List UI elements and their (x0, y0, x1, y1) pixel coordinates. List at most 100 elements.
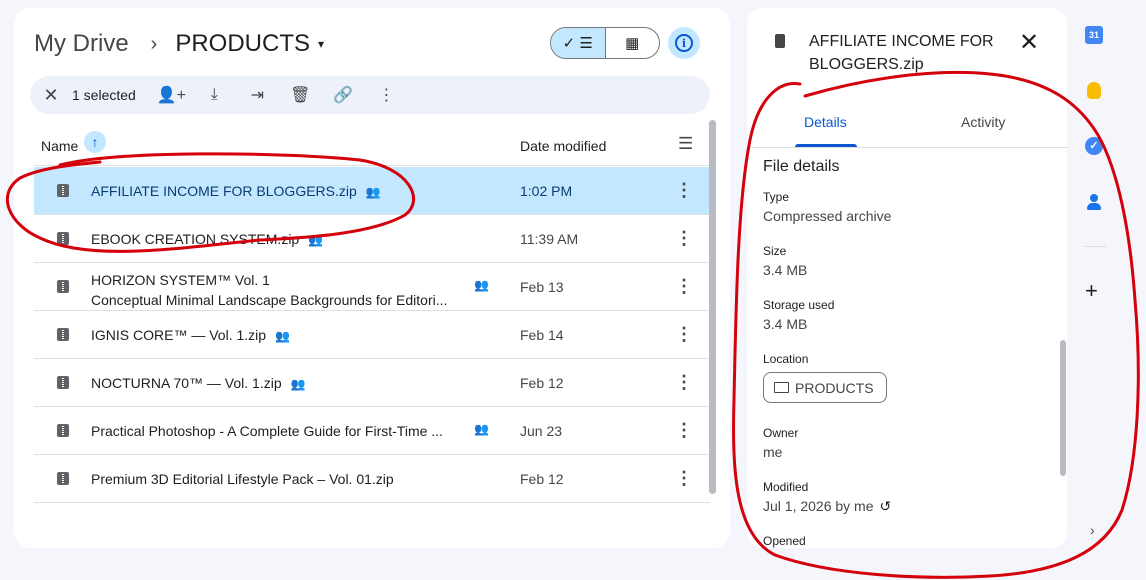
details-tabs: Details Activity (747, 106, 1067, 148)
shared-icon: 👥 (275, 329, 290, 343)
modified-property: Modified Jul 1, 2026 by me ↺ (763, 480, 891, 515)
table-row[interactable]: Practical Photoshop - A Complete Guide f… (34, 407, 710, 455)
breadcrumb-current-folder[interactable]: PRODUCTS (175, 30, 310, 58)
file-name: Premium 3D Editorial Lifestyle Pack – Vo… (91, 471, 394, 487)
storage-property: Storage used 3.4 MB (763, 298, 834, 332)
more-icon[interactable]: ⋮ (365, 76, 408, 114)
table-row[interactable]: NOCTURNA 70™ — Vol. 1.zip 👥 Feb 12 ⋮ (34, 359, 710, 407)
date-modified: Jun 23 (520, 423, 563, 439)
rail-divider (1084, 246, 1106, 247)
more-actions-icon[interactable]: ⋮ (674, 180, 694, 200)
size-label: Size (763, 244, 787, 258)
download-icon[interactable]: ⤓ (193, 76, 236, 114)
grid-view-button[interactable]: ▦ (606, 28, 660, 58)
zip-file-icon (57, 280, 69, 293)
date-modified: Feb 14 (520, 327, 564, 343)
active-tab-indicator (795, 144, 857, 147)
type-label: Type (763, 190, 790, 204)
share-icon[interactable]: 👤+ (150, 76, 193, 114)
opened-label: Opened (763, 534, 806, 548)
keep-icon[interactable] (1087, 82, 1101, 99)
location-chip[interactable]: PRODUCTS (763, 372, 887, 403)
file-name: Practical Photoshop - A Complete Guide f… (91, 423, 443, 439)
sort-options-icon[interactable]: ☰ (678, 134, 693, 154)
contacts-icon[interactable] (1085, 193, 1103, 211)
clear-selection-icon[interactable]: ✕ (32, 85, 70, 106)
date-modified: Feb 13 (520, 279, 564, 295)
tasks-icon[interactable]: ✓ (1085, 137, 1103, 155)
tab-activity[interactable]: Activity (961, 114, 1005, 130)
selection-count: 1 selected (72, 87, 136, 103)
details-panel: AFFILIATE INCOME FOR BLOGGERS.zip ✕ Deta… (747, 8, 1067, 548)
type-value: Compressed archive (763, 208, 892, 224)
zip-file-icon (57, 472, 69, 485)
shared-icon: 👥 (290, 377, 306, 391)
table-header: Name ↑ Date modified ☰ (34, 126, 710, 166)
file-name: IGNIS CORE™ — Vol. 1.zip 👥 (91, 327, 290, 343)
zip-file-icon (775, 34, 785, 48)
move-icon[interactable]: ⇥ (236, 76, 279, 114)
more-actions-icon[interactable]: ⋮ (674, 372, 694, 392)
selection-toolbar: ✕ 1 selected 👤+ ⤓ ⇥ 🗑 🔗 ⋮ (30, 76, 710, 114)
zip-file-icon (57, 424, 69, 437)
column-date-modified[interactable]: Date modified (520, 138, 606, 154)
owner-label: Owner (763, 426, 799, 440)
view-toggle: ✓ ☰ ▦ (550, 27, 660, 59)
size-property: Size 3.4 MB (763, 244, 807, 278)
file-details-heading: File details (763, 158, 840, 175)
date-modified: 11:39 AM (520, 231, 579, 247)
storage-value: 3.4 MB (763, 316, 808, 332)
zip-file-icon (57, 184, 69, 197)
breadcrumb: My Drive › PRODUCTS ▾ (34, 26, 324, 62)
date-modified: Feb 12 (520, 375, 564, 391)
folder-icon (774, 382, 789, 393)
calendar-icon[interactable]: 31 (1085, 26, 1103, 44)
opened-property: Opened (763, 534, 806, 548)
location-property: Location (763, 352, 808, 366)
details-scrollbar[interactable] (1060, 340, 1066, 476)
table-row[interactable]: Premium 3D Editorial Lifestyle Pack – Vo… (34, 455, 710, 503)
more-actions-icon[interactable]: ⋮ (674, 420, 694, 440)
more-actions-icon[interactable]: ⋮ (674, 468, 694, 488)
link-icon[interactable]: 🔗 (322, 76, 365, 114)
breadcrumb-separator-icon: › (150, 32, 158, 55)
file-name: EBOOK CREATION SYSTEM.zip 👥 (91, 231, 323, 247)
zip-file-icon (57, 328, 69, 341)
location-label: Location (763, 352, 809, 366)
tab-details[interactable]: Details (804, 114, 847, 130)
list-view-button[interactable]: ✓ ☰ (551, 28, 606, 58)
modified-label: Modified (763, 480, 809, 494)
zip-file-icon (57, 232, 69, 245)
modified-value: Jul 1, 2026 by me (763, 498, 874, 514)
details-info-button[interactable]: i (668, 27, 700, 59)
add-addon-icon[interactable]: + (1085, 278, 1098, 304)
shared-icon: 👥 (308, 233, 323, 247)
shared-icon: 👥 (474, 422, 489, 436)
trash-icon[interactable]: 🗑 (279, 76, 322, 114)
more-actions-icon[interactable]: ⋮ (674, 276, 694, 296)
sort-arrow-up-icon[interactable]: ↑ (84, 131, 106, 153)
breadcrumb-my-drive[interactable]: My Drive (34, 30, 129, 58)
shared-icon: 👥 (365, 185, 381, 199)
table-row[interactable]: AFFILIATE INCOME FOR BLOGGERS.zip 👥 1:02 … (34, 167, 710, 215)
owner-value: me (763, 444, 783, 460)
close-icon[interactable]: ✕ (1019, 28, 1039, 57)
table-row[interactable]: IGNIS CORE™ — Vol. 1.zip 👥 Feb 14 ⋮ (34, 311, 710, 359)
type-property: Type Compressed archive (763, 190, 891, 224)
storage-label: Storage used (763, 298, 835, 312)
table-row[interactable]: EBOOK CREATION SYSTEM.zip 👥 11:39 AM ⋮ (34, 215, 710, 263)
info-icon: i (675, 34, 693, 52)
file-name: AFFILIATE INCOME FOR BLOGGERS.zip 👥 (91, 183, 381, 199)
file-list-scrollbar[interactable] (709, 120, 716, 494)
chevron-down-icon[interactable]: ▾ (318, 37, 324, 51)
location-value: PRODUCTS (795, 379, 874, 396)
file-rows: AFFILIATE INCOME FOR BLOGGERS.zip 👥 1:02 … (34, 167, 710, 503)
version-history-icon[interactable]: ↺ (880, 498, 892, 515)
more-actions-icon[interactable]: ⋮ (674, 228, 694, 248)
table-row[interactable]: HORIZON SYSTEM™ Vol. 1 Conceptual Minima… (34, 263, 710, 311)
expand-panel-icon[interactable]: › (1090, 522, 1095, 538)
column-name[interactable]: Name (41, 138, 78, 154)
more-actions-icon[interactable]: ⋮ (674, 324, 694, 344)
date-modified: Feb 12 (520, 471, 564, 487)
size-value: 3.4 MB (763, 262, 808, 278)
